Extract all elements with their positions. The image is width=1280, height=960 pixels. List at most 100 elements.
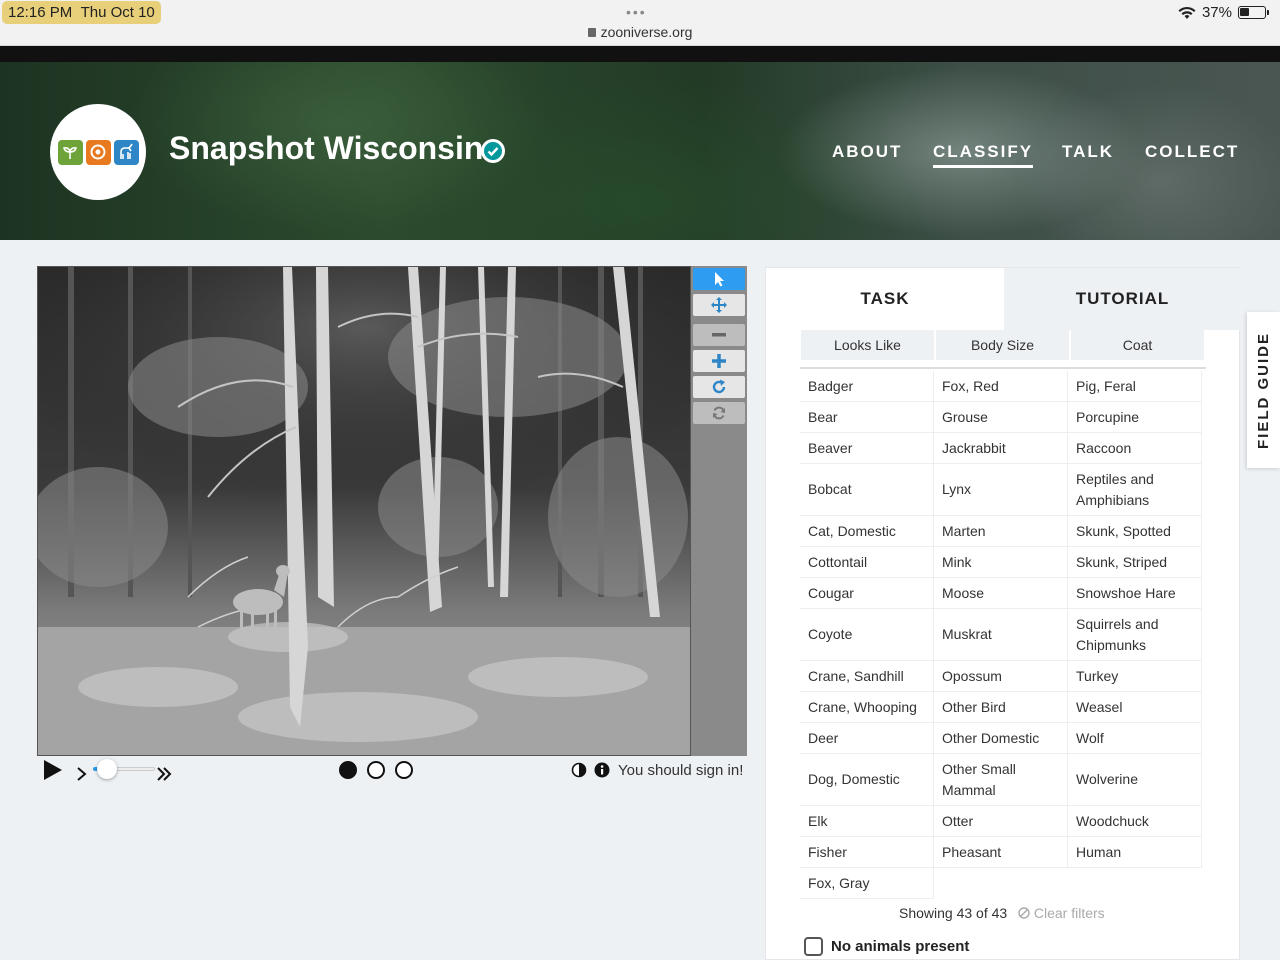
species-choice[interactable]: Raccoon bbox=[1068, 433, 1202, 464]
species-choice[interactable]: Fox, Red bbox=[934, 371, 1068, 402]
deer-icon bbox=[113, 139, 139, 165]
species-choice[interactable]: Moose bbox=[934, 578, 1068, 609]
showing-count: Showing 43 of 43 bbox=[899, 905, 1008, 921]
image-toolbar bbox=[691, 266, 747, 756]
info-icon[interactable] bbox=[594, 762, 610, 778]
species-choice[interactable]: Porcupine bbox=[1068, 402, 1202, 433]
species-choice[interactable]: Cat, Domestic bbox=[800, 516, 934, 547]
filter-looks-like[interactable]: Looks Like bbox=[801, 330, 934, 360]
species-choice[interactable]: Jackrabbit bbox=[934, 433, 1068, 464]
sign-in-prompt[interactable]: You should sign in! bbox=[618, 762, 743, 779]
species-choice[interactable]: Dog, Domestic bbox=[800, 754, 934, 806]
species-choice[interactable]: Weasel bbox=[1068, 692, 1202, 723]
battery-percent: 37% bbox=[1201, 4, 1232, 21]
cursor-arrow-icon bbox=[715, 272, 724, 287]
species-choice[interactable]: Beaver bbox=[800, 433, 934, 464]
no-animals-checkbox[interactable] bbox=[804, 937, 823, 956]
play-icon[interactable] bbox=[42, 758, 64, 782]
species-choice[interactable]: Skunk, Spotted bbox=[1068, 516, 1202, 547]
playback-speed-slider[interactable] bbox=[93, 759, 155, 779]
species-choice[interactable]: Badger bbox=[800, 371, 934, 402]
site-top-bar bbox=[0, 46, 1280, 62]
filter-coat[interactable]: Coat bbox=[1071, 330, 1204, 360]
clear-filters-button[interactable]: Clear filters bbox=[1018, 905, 1105, 921]
species-choice[interactable]: Other Domestic bbox=[934, 723, 1068, 754]
choice-column-1: Badger Bear Beaver Bobcat Cat, Domestic Cotto… bbox=[800, 371, 934, 899]
species-choice[interactable]: Bobcat bbox=[800, 464, 934, 516]
species-choice[interactable]: Skunk, Striped bbox=[1068, 547, 1202, 578]
species-choice[interactable]: Deer bbox=[800, 723, 934, 754]
subject-image[interactable] bbox=[37, 266, 691, 756]
field-guide-tab[interactable]: FIELD GUIDE bbox=[1247, 312, 1280, 468]
species-choice[interactable]: Squirrels and Chipmunks bbox=[1068, 609, 1202, 661]
contrast-icon[interactable] bbox=[571, 762, 587, 778]
filter-divider bbox=[800, 367, 1206, 369]
pointer-tool[interactable] bbox=[693, 268, 745, 290]
battery-icon bbox=[1238, 6, 1269, 19]
species-choice[interactable]: Opossum bbox=[934, 661, 1068, 692]
species-choice[interactable]: Muskrat bbox=[934, 609, 1068, 661]
species-choice[interactable]: Fox, Gray bbox=[800, 868, 934, 899]
plus-icon bbox=[712, 354, 726, 368]
species-choice[interactable]: Reptiles and Amphibians bbox=[1068, 464, 1202, 516]
species-choice[interactable]: Turkey bbox=[1068, 661, 1202, 692]
species-choice[interactable]: Fisher bbox=[800, 837, 934, 868]
species-choice[interactable]: Cottontail bbox=[800, 547, 934, 578]
species-choice[interactable]: Pheasant bbox=[934, 837, 1068, 868]
field-guide-label: FIELD GUIDE bbox=[1255, 331, 1273, 449]
tab-tutorial[interactable]: TUTORIAL bbox=[1004, 268, 1241, 330]
choice-column-3: Pig, Feral Porcupine Raccoon Reptiles and A… bbox=[1068, 371, 1202, 868]
species-choice[interactable]: Bear bbox=[800, 402, 934, 433]
species-choice[interactable]: Crane, Sandhill bbox=[800, 661, 934, 692]
species-choice[interactable]: Crane, Whooping bbox=[800, 692, 934, 723]
species-choice[interactable]: Coyote bbox=[800, 609, 934, 661]
species-choice[interactable]: Wolf bbox=[1068, 723, 1202, 754]
species-choice[interactable]: Marten bbox=[934, 516, 1068, 547]
project-header: Snapshot Wisconsin ABOUT CLASSIFY TALK C… bbox=[0, 62, 1280, 240]
species-choice[interactable]: Otter bbox=[934, 806, 1068, 837]
species-choice[interactable]: Cougar bbox=[800, 578, 934, 609]
species-choice[interactable]: Pig, Feral bbox=[1068, 371, 1202, 402]
status-time: 12:16 PM Thu Oct 10 bbox=[2, 1, 161, 24]
nav-about[interactable]: ABOUT bbox=[832, 142, 902, 162]
rotate-button[interactable] bbox=[693, 376, 745, 398]
reset-view-button[interactable] bbox=[693, 402, 745, 424]
no-animals-label: No animals present bbox=[831, 938, 970, 955]
frame-dot-2[interactable] bbox=[367, 761, 385, 779]
species-choice[interactable]: Lynx bbox=[934, 464, 1068, 516]
fast-forward-icon[interactable] bbox=[156, 762, 172, 786]
species-choice[interactable]: Wolverine bbox=[1068, 754, 1202, 806]
task-panel: TASK TUTORIAL Looks Like Body Size Coat … bbox=[765, 267, 1241, 960]
species-choice[interactable]: Elk bbox=[800, 806, 934, 837]
status-indicators: 37% bbox=[1178, 4, 1269, 21]
zoom-out-button[interactable] bbox=[693, 324, 745, 346]
more-dots-icon[interactable]: ••• bbox=[626, 4, 647, 20]
species-choice[interactable]: Other Small Mammal bbox=[934, 754, 1068, 806]
filter-body-size[interactable]: Body Size bbox=[936, 330, 1069, 360]
nav-collect[interactable]: COLLECT bbox=[1145, 142, 1239, 162]
nav-talk[interactable]: TALK bbox=[1062, 142, 1114, 162]
zoom-in-button[interactable] bbox=[693, 350, 745, 372]
frame-dot-1[interactable] bbox=[339, 761, 357, 779]
project-avatar[interactable] bbox=[50, 104, 146, 200]
trail-camera-photo bbox=[38, 267, 690, 755]
minus-icon bbox=[712, 333, 726, 337]
status-bar: 12:16 PM Thu Oct 10 ••• zooniverse.org 3… bbox=[0, 0, 1280, 46]
step-forward-icon[interactable] bbox=[76, 762, 88, 786]
choice-column-2: Fox, Red Grouse Jackrabbit Lynx Marten Mink Mo… bbox=[934, 371, 1068, 868]
species-choice[interactable]: Woodchuck bbox=[1068, 806, 1202, 837]
species-choice[interactable]: Snowshoe Hare bbox=[1068, 578, 1202, 609]
wifi-icon bbox=[1178, 6, 1196, 19]
species-choice[interactable]: Grouse bbox=[934, 402, 1068, 433]
no-animals-option[interactable]: No animals present bbox=[804, 937, 969, 956]
species-choice[interactable]: Human bbox=[1068, 837, 1202, 868]
slider-knob[interactable] bbox=[97, 759, 118, 779]
frame-dot-3[interactable] bbox=[395, 761, 413, 779]
nav-classify[interactable]: CLASSIFY bbox=[933, 142, 1034, 168]
url-bar[interactable]: zooniverse.org bbox=[0, 24, 1280, 40]
species-choice[interactable]: Other Bird bbox=[934, 692, 1068, 723]
pan-tool[interactable] bbox=[693, 294, 745, 316]
project-title[interactable]: Snapshot Wisconsin bbox=[169, 130, 483, 167]
species-choice[interactable]: Mink bbox=[934, 547, 1068, 578]
tab-task[interactable]: TASK bbox=[766, 268, 1004, 330]
